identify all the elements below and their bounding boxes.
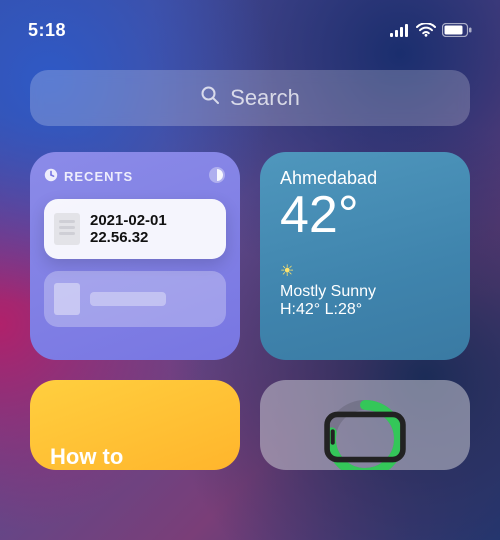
search-field[interactable]: Search — [30, 70, 470, 126]
widget-grid: RECENTS 2021-02-01 22.56.32 Ahmedabad 42… — [0, 126, 500, 470]
search-container: Search — [0, 46, 500, 126]
clock-icon — [44, 168, 58, 185]
weather-condition: Mostly Sunny — [280, 283, 450, 301]
wifi-icon — [416, 23, 436, 37]
sun-icon: ☀ — [280, 261, 450, 281]
weather-widget[interactable]: Ahmedabad 42° ☀ Mostly Sunny H:42° L:28° — [260, 152, 470, 360]
notes-widget[interactable]: How to — [30, 380, 240, 470]
weather-temperature: 42° — [280, 189, 450, 241]
search-icon — [200, 85, 220, 111]
search-placeholder: Search — [230, 85, 300, 111]
recents-widget[interactable]: RECENTS 2021-02-01 22.56.32 — [30, 152, 240, 360]
placeholder-thumb — [54, 283, 80, 315]
status-icons — [390, 23, 472, 37]
notes-title: How to — [50, 444, 220, 470]
battery-ring — [324, 398, 406, 470]
phone-icon — [324, 396, 406, 471]
battery-icon — [442, 23, 472, 37]
cellular-icon — [390, 24, 410, 37]
status-time: 5:18 — [28, 20, 390, 41]
document-icon — [54, 213, 80, 245]
battery-widget[interactable] — [260, 380, 470, 470]
app-badge-icon — [208, 166, 226, 187]
recents-header: RECENTS — [44, 166, 226, 187]
recents-item[interactable]: 2021-02-01 22.56.32 — [44, 199, 226, 259]
recents-item-placeholder — [44, 271, 226, 327]
recents-item-title: 2021-02-01 22.56.32 — [90, 212, 167, 247]
weather-high-low: H:42° L:28° — [280, 301, 450, 319]
placeholder-bar — [90, 292, 166, 306]
recents-header-label: RECENTS — [64, 169, 133, 184]
status-bar: 5:18 — [0, 0, 500, 46]
